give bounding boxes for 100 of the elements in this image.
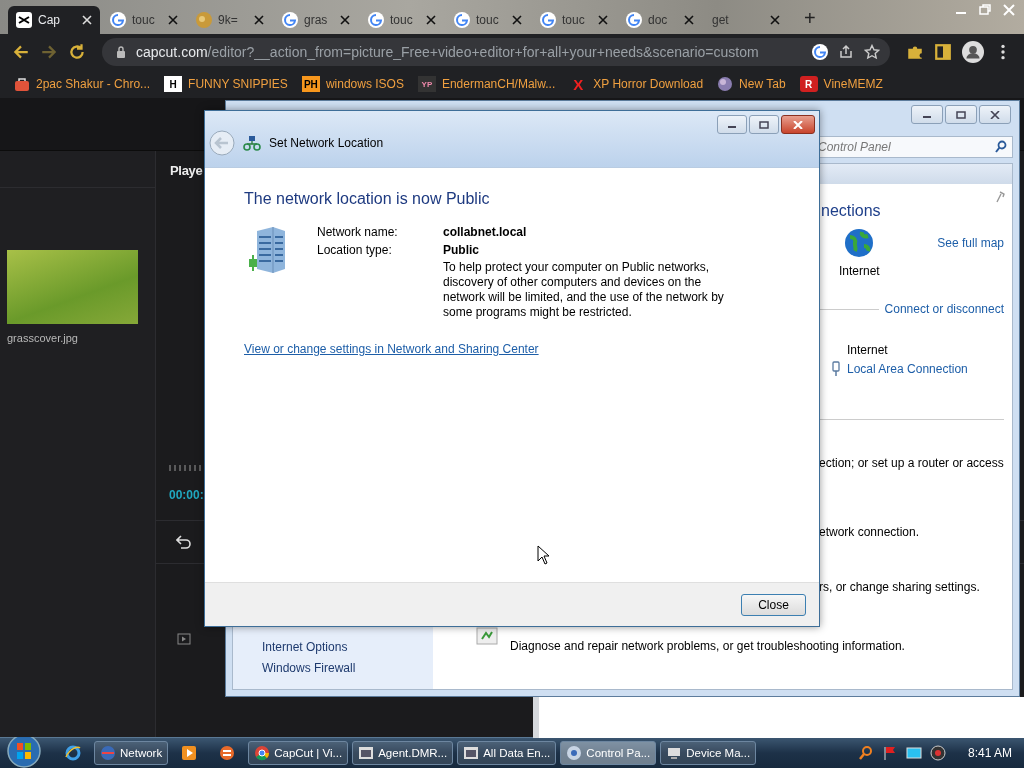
mouse-cursor-icon xyxy=(537,545,551,565)
close-button[interactable] xyxy=(979,105,1011,124)
close-icon[interactable] xyxy=(168,15,178,25)
google-icon xyxy=(110,12,126,28)
taskbar-button[interactable]: CapCut | Vi... xyxy=(248,741,349,765)
clock[interactable]: 8:41 AM xyxy=(967,746,1012,760)
google-icon xyxy=(368,12,384,28)
google-icon xyxy=(282,12,298,28)
troubleshoot-icon[interactable] xyxy=(476,627,498,645)
app-icon xyxy=(666,745,683,761)
maximize-button[interactable] xyxy=(749,115,779,134)
google-icon xyxy=(540,12,556,28)
browser-tab[interactable]: Cap xyxy=(8,6,100,34)
connect-link[interactable]: Connect or disconnect xyxy=(884,302,1004,316)
close-icon[interactable] xyxy=(426,15,436,25)
forward-arrow-icon[interactable] xyxy=(40,43,58,61)
sidebar-link[interactable]: Internet Options xyxy=(262,640,433,654)
app-icon xyxy=(64,744,82,762)
reload-icon[interactable] xyxy=(68,43,86,61)
browser-tab[interactable]: get xyxy=(704,6,788,34)
browser-tab[interactable]: touc xyxy=(360,6,444,34)
address-field[interactable]: capcut.com/editor?__action_from=picture_Free+video+editor+for+all+your+needs&scenario=custom xyxy=(102,38,890,66)
access-type-label: Internet xyxy=(847,343,888,357)
minimize-button[interactable] xyxy=(911,105,943,124)
sidebar-icon[interactable] xyxy=(934,43,952,61)
browser-tab[interactable]: touc xyxy=(446,6,530,34)
back-arrow-icon[interactable] xyxy=(12,43,30,61)
field-label: Network name: xyxy=(317,225,399,239)
globe-icon[interactable] xyxy=(844,228,875,258)
taskbar-button[interactable]: Device Ma... xyxy=(660,741,757,765)
sidebar-link[interactable]: Windows Firewall xyxy=(262,661,433,675)
app-icon xyxy=(254,745,271,761)
close-icon[interactable] xyxy=(598,15,608,25)
browser-tab[interactable]: touc xyxy=(532,6,616,34)
speaker-icon[interactable] xyxy=(929,745,946,761)
close-icon[interactable] xyxy=(512,15,522,25)
see-full-map-link[interactable]: See full map xyxy=(937,236,1004,250)
bookmark-link[interactable]: H FUNNY SNIPPIES xyxy=(164,76,288,92)
search-icon[interactable] xyxy=(994,140,1008,154)
lock-icon xyxy=(116,46,126,58)
taskbar-button[interactable]: Agent.DMR... xyxy=(352,741,454,765)
bookmark-link[interactable]: New Tab xyxy=(717,76,786,92)
taskbar-button[interactable]: Network xyxy=(94,741,169,765)
network-settings-link[interactable]: View or change settings in Network and Sharing Center xyxy=(244,342,539,356)
play-box-icon[interactable] xyxy=(177,633,191,645)
app-icon xyxy=(180,744,199,762)
google-icon xyxy=(454,12,470,28)
field-label: Location type: xyxy=(317,243,393,257)
taskbar-button[interactable]: All Data En... xyxy=(457,741,557,765)
maximize-button[interactable] xyxy=(945,105,977,124)
taskbar-button[interactable]: Control Pa... xyxy=(560,741,657,765)
app-icon xyxy=(566,745,583,761)
google-icon[interactable] xyxy=(812,44,828,60)
globe-icon xyxy=(717,76,734,92)
description-text: To help protect your computer on Public networks, discovery of other computers and devices on the network will be limited, and the use of the network by some programs might be restricted. xyxy=(443,260,725,320)
network-plug-icon xyxy=(831,361,841,377)
share-icon[interactable] xyxy=(838,44,854,60)
close-icon xyxy=(989,110,1001,119)
undo-icon[interactable] xyxy=(176,535,192,549)
new-tab-button[interactable]: + xyxy=(804,7,816,30)
timeline-ruler-icon xyxy=(169,465,203,471)
capcut-logo-icon xyxy=(16,12,32,28)
star-icon[interactable] xyxy=(864,44,880,60)
browser-tab[interactable]: gras xyxy=(274,6,358,34)
profile-avatar-icon[interactable] xyxy=(962,41,984,63)
display-icon[interactable] xyxy=(905,745,922,761)
image-icon xyxy=(196,12,212,28)
bookmark-link[interactable]: YP EndermanCH/Malw... xyxy=(417,76,556,92)
media-file-name: grasscover.jpg xyxy=(7,332,79,344)
window-title: Set Network Location xyxy=(269,136,384,150)
bookmark-link[interactable]: PH windows ISOS xyxy=(301,76,404,92)
close-icon[interactable] xyxy=(254,15,264,25)
close-icon[interactable] xyxy=(770,15,780,25)
browser-tab[interactable]: doc xyxy=(618,6,702,34)
dialog-heading: The network location is now Public xyxy=(244,190,490,208)
bookmark-link[interactable]: X XP Horror Download xyxy=(569,76,704,92)
bookmark-link[interactable]: R VineMEMZ xyxy=(799,76,883,92)
magnifier-icon[interactable] xyxy=(857,745,874,761)
bag-icon xyxy=(14,76,30,92)
app-icon xyxy=(463,745,480,761)
field-value: collabnet.local xyxy=(443,225,528,239)
help-icon[interactable] xyxy=(994,190,1006,204)
close-icon[interactable] xyxy=(684,15,694,25)
task-description: ection; or set up a router or access xyxy=(819,456,1004,470)
minimize-button[interactable] xyxy=(717,115,747,134)
close-button[interactable] xyxy=(781,115,815,134)
panel-title: Playe xyxy=(170,163,203,178)
timecode: 00:00: xyxy=(169,488,204,502)
close-button[interactable]: Close xyxy=(741,593,806,616)
bookmark-link[interactable]: 2pac Shakur - Chro... xyxy=(14,76,151,92)
google-icon xyxy=(626,12,642,28)
network-icon xyxy=(243,135,261,151)
task-description: rs, or change sharing settings. xyxy=(819,580,980,594)
maximize-icon xyxy=(955,110,967,119)
close-icon[interactable] xyxy=(340,15,350,25)
maximize-icon xyxy=(758,120,770,129)
flag-icon[interactable] xyxy=(881,745,898,761)
browser-tab[interactable]: 9k= xyxy=(188,6,272,34)
connection-link[interactable]: Local Area Connection xyxy=(847,362,968,376)
browser-tab[interactable]: touc xyxy=(102,6,186,34)
